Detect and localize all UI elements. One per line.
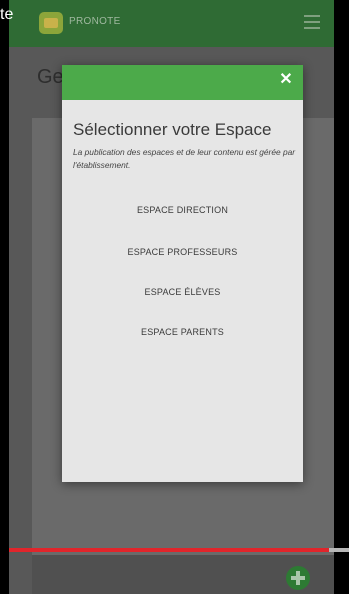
video-progress-bar[interactable] xyxy=(9,548,349,552)
hamburger-menu-icon[interactable] xyxy=(304,15,320,29)
hamburger-line xyxy=(304,27,320,29)
dialog-subtitle: La publication des espaces et de leur co… xyxy=(73,147,296,170)
option-espace-direction[interactable]: ESPACE DIRECTION xyxy=(62,205,303,215)
hamburger-line xyxy=(304,21,320,23)
video-frame: PRONOTE Ge ✕ Sélectionner votre Espace L… xyxy=(0,0,349,594)
option-espace-parents[interactable]: ESPACE PARENTS xyxy=(62,327,303,337)
close-icon[interactable]: ✕ xyxy=(277,71,295,89)
dialog-title: Sélectionner votre Espace xyxy=(73,120,272,139)
option-espace-eleves[interactable]: ESPACE ÉLÈVES xyxy=(62,287,303,297)
pronote-logo-mark xyxy=(44,18,58,28)
option-espace-professeurs[interactable]: ESPACE PROFESSEURS xyxy=(62,247,303,257)
app-header: PRONOTE xyxy=(9,0,334,47)
overlay-caption-fragment: te xyxy=(0,6,14,23)
pronote-logo-icon xyxy=(39,12,63,34)
dialog-header: ✕ xyxy=(62,65,303,100)
add-icon[interactable] xyxy=(286,566,310,590)
app-name: PRONOTE xyxy=(69,16,121,27)
video-progress-fill xyxy=(9,548,329,552)
space-selection-dialog: ✕ Sélectionner votre Espace La publicati… xyxy=(62,65,303,482)
hamburger-line xyxy=(304,15,320,17)
page-heading: Ge xyxy=(37,66,64,88)
